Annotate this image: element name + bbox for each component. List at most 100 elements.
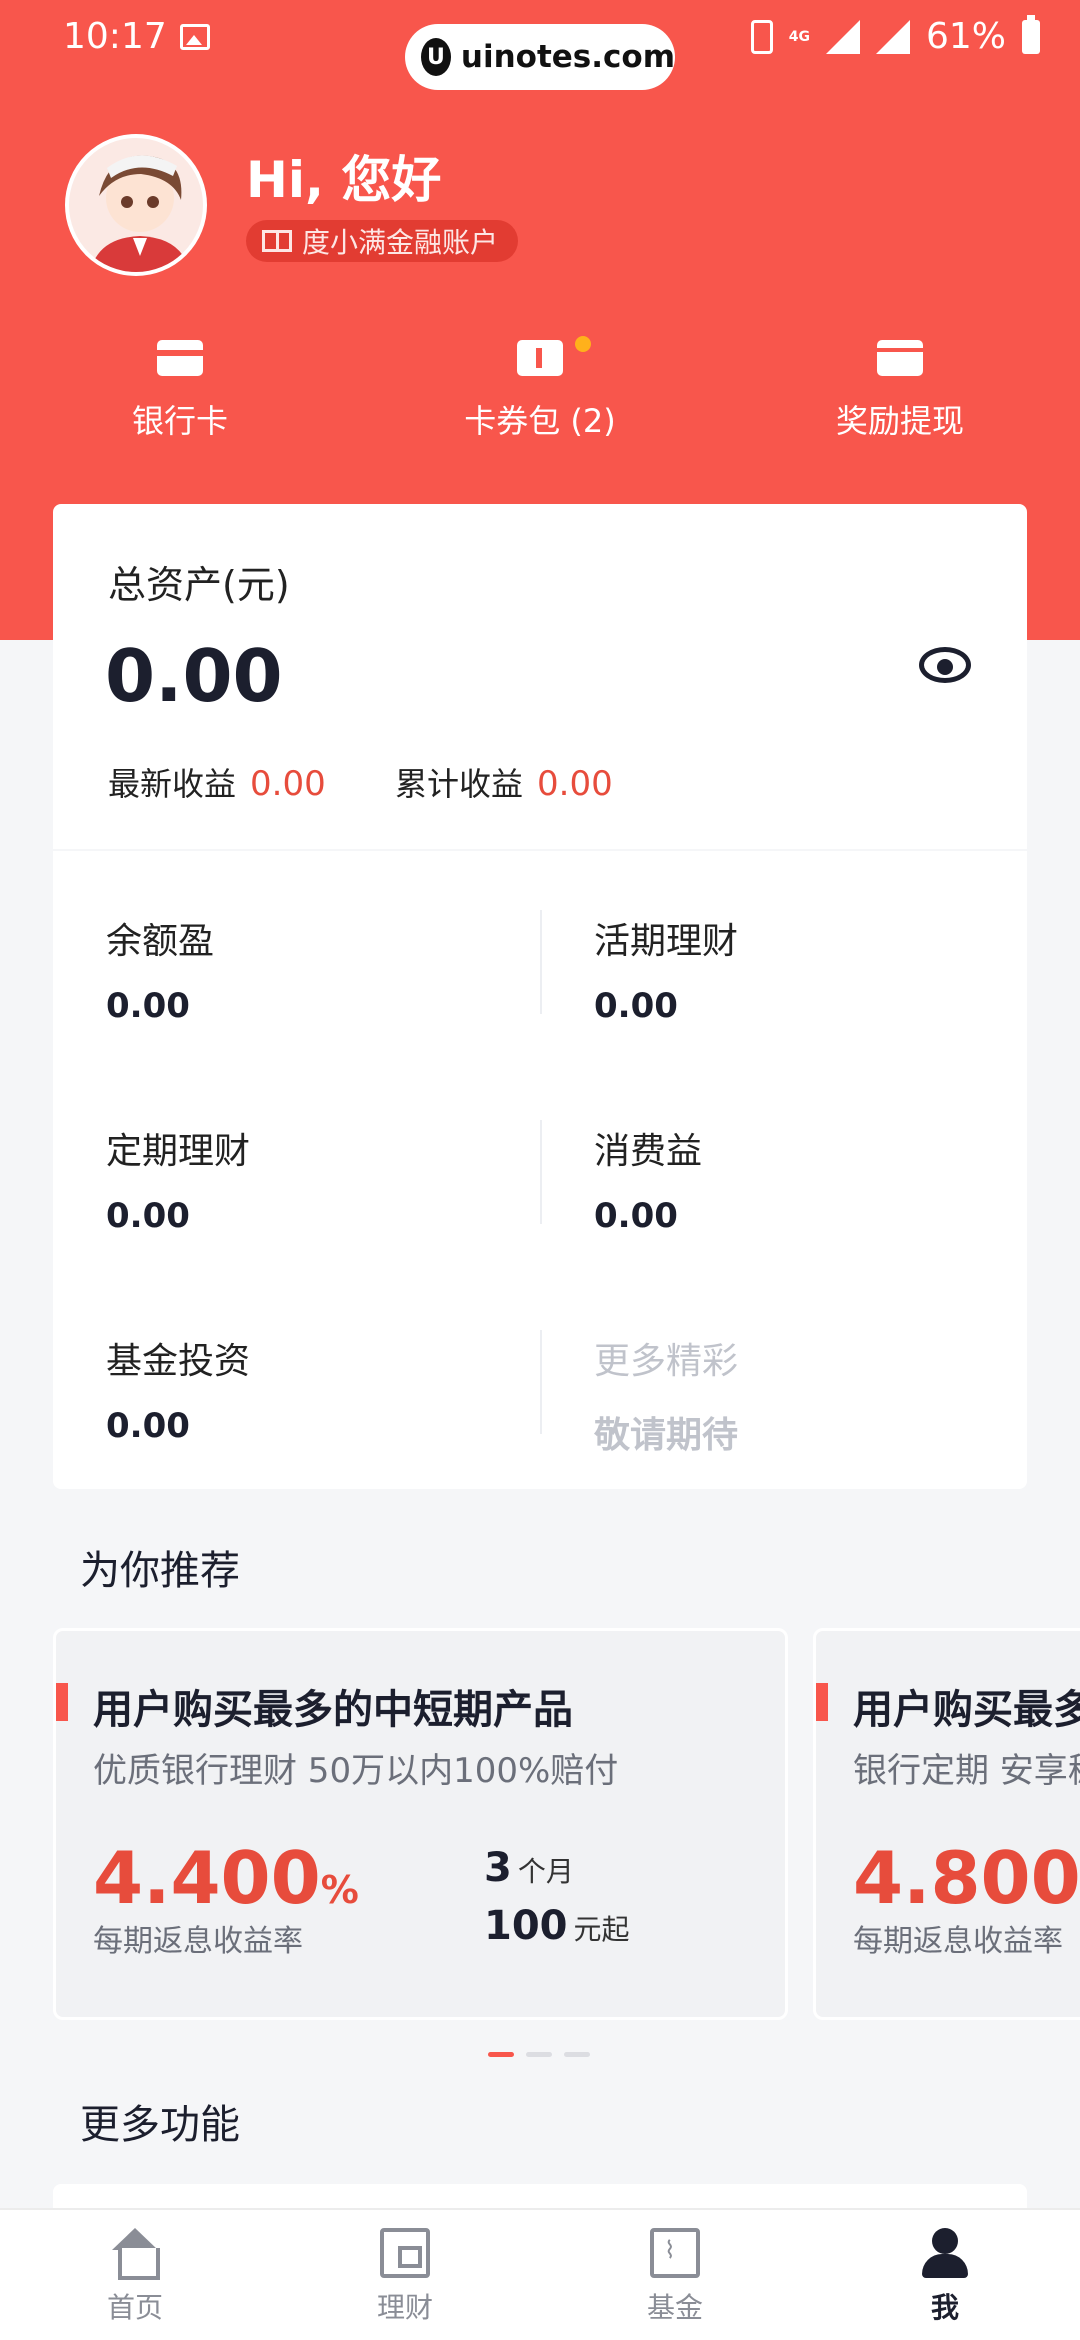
product-minimum-unit: 元起: [573, 1913, 630, 1946]
asset-item-label: 更多精彩: [594, 1341, 739, 1382]
pager-dot[interactable]: [564, 2052, 590, 2057]
nav-fund[interactable]: 基金: [575, 2228, 775, 2326]
notification-dot: [575, 336, 591, 352]
asset-item-yuedeying[interactable]: 余额盈 0.00: [106, 912, 546, 1026]
cumulative-earnings[interactable]: 累计收益 0.00: [395, 759, 613, 805]
user-icon: [920, 2228, 970, 2278]
latest-earnings-label: 最新收益: [108, 765, 237, 803]
more-features-title: 更多功能: [80, 2102, 240, 2148]
recommend-card[interactable]: 用户购买最多 银行定期 安享稳 4.800% 每期返息收益率: [813, 1628, 1080, 2020]
divider: [540, 1120, 542, 1224]
product-minimum-value: 100: [484, 1903, 568, 1949]
watermark-logo-icon: U: [421, 38, 451, 76]
product-rate-label: 每期返息收益率: [93, 1924, 303, 1959]
asset-item-value: 0.00: [106, 986, 190, 1026]
eye-icon[interactable]: [919, 647, 971, 683]
product-title: 用户购买最多: [853, 1687, 1080, 1733]
asset-item-label: 活期理财: [594, 921, 739, 962]
nav-label: 理财: [376, 2291, 433, 2324]
watermark: U uinotes.com: [405, 24, 675, 90]
quick-actions: 银行卡 卡券包 (2) 奖励提现: [0, 336, 1080, 460]
image-notification-icon: [180, 24, 210, 50]
product-term-unit: 个月: [517, 1855, 574, 1888]
product-rate-value: 4.400: [93, 1836, 321, 1920]
assets-total: 0.00: [105, 634, 283, 718]
bottom-nav: 首页 理财 基金 我: [0, 2208, 1080, 2340]
ticket-icon: [517, 340, 563, 376]
product-rate-value: 4.800: [853, 1836, 1080, 1920]
divider: [540, 1330, 542, 1434]
home-icon: [110, 2228, 160, 2280]
asset-item-value: 0.00: [106, 1406, 190, 1446]
product-rate: 4.400%: [93, 1836, 359, 1920]
divider: [540, 910, 542, 1014]
accent-bar: [816, 1683, 828, 1721]
battery-percent: 61%: [925, 16, 1006, 57]
asset-item-label: 消费益: [594, 1131, 703, 1172]
assets-title: 总资产(元): [108, 563, 290, 607]
product-minimum: 100 元起: [484, 1903, 630, 1949]
carousel-pager: [488, 2052, 590, 2057]
network-type: 4G: [788, 28, 810, 45]
watermark-text: uinotes.com: [460, 39, 675, 75]
latest-earnings-value: 0.00: [250, 764, 326, 804]
recommend-card[interactable]: 用户购买最多的中短期产品 优质银行理财 50万以内100%赔付 4.400% 每…: [53, 1628, 788, 2020]
product-rate: 4.800%: [853, 1836, 1080, 1920]
cumulative-earnings-label: 累计收益: [395, 765, 524, 803]
cumulative-earnings-value: 0.00: [537, 764, 613, 804]
nav-home[interactable]: 首页: [35, 2228, 235, 2326]
nav-finance[interactable]: 理财: [305, 2228, 505, 2326]
reward-withdraw-label: 奖励提现: [835, 402, 964, 440]
vibrate-icon: [750, 19, 773, 54]
nav-label: 基金: [646, 2291, 703, 2324]
battery-icon: [1022, 14, 1040, 54]
wallet-icon: [380, 2228, 430, 2278]
asset-item-consumption[interactable]: 消费益 0.00: [594, 1122, 1034, 1236]
wallet-icon: [877, 340, 923, 376]
status-indicators: 4G 61%: [750, 14, 1040, 57]
pager-dot[interactable]: [488, 2052, 514, 2057]
reward-withdraw-button[interactable]: 奖励提现: [750, 340, 1050, 442]
latest-earnings[interactable]: 最新收益 0.00: [108, 759, 326, 805]
assets-card: 总资产(元) 0.00 最新收益 0.00 累计收益 0.00 余额盈 0.00 活…: [53, 504, 1027, 1489]
asset-item-label: 余额盈: [106, 921, 215, 962]
signal-icon-2: [875, 19, 910, 54]
asset-item-value: 0.00: [594, 986, 678, 1026]
pager-dot[interactable]: [526, 2052, 552, 2057]
asset-item-value: 敬请期待: [594, 1415, 739, 1456]
account-label: 度小满金融账户: [302, 226, 499, 259]
product-term-value: 3: [484, 1845, 512, 1891]
book-icon: [262, 230, 292, 252]
bank-card-button[interactable]: 银行卡: [30, 340, 330, 442]
asset-item-fund[interactable]: 基金投资 0.00: [106, 1332, 546, 1446]
coupon-wallet-label: 卡券包 (2): [464, 402, 616, 440]
greeting: Hi, 您好: [246, 151, 442, 209]
status-bar: 10:17 U uinotes.com 4G 61%: [0, 0, 1080, 90]
status-time: 10:17: [63, 16, 167, 57]
nav-label: 首页: [106, 2291, 163, 2324]
product-subtitle: 优质银行理财 50万以内100%赔付: [93, 1751, 619, 1791]
asset-item-label: 定期理财: [106, 1131, 251, 1172]
product-subtitle: 银行定期 安享稳: [853, 1751, 1080, 1791]
accent-bar: [56, 1683, 68, 1721]
asset-item-value: 0.00: [106, 1196, 190, 1236]
bank-card-label: 银行卡: [131, 402, 228, 440]
divider: [53, 849, 1027, 851]
coupon-wallet-button[interactable]: 卡券包 (2): [390, 340, 690, 442]
product-term: 3 个月: [484, 1845, 574, 1891]
product-title: 用户购买最多的中短期产品: [93, 1687, 573, 1733]
product-rate-label: 每期返息收益率: [853, 1924, 1063, 1959]
asset-item-fixed-finance[interactable]: 定期理财 0.00: [106, 1122, 546, 1236]
product-rate-unit: %: [320, 1868, 359, 1912]
signal-icon: [825, 19, 860, 54]
asset-item-coming-soon: 更多精彩 敬请期待: [594, 1332, 1034, 1458]
asset-item-current-finance[interactable]: 活期理财 0.00: [594, 912, 1034, 1026]
bank-card-icon: [157, 340, 203, 376]
account-badge[interactable]: 度小满金融账户: [246, 220, 519, 262]
nav-me[interactable]: 我: [845, 2228, 1045, 2326]
avatar[interactable]: [65, 134, 207, 276]
nav-label: 我: [930, 2291, 959, 2324]
asset-item-value: 0.00: [594, 1196, 678, 1236]
asset-item-label: 基金投资: [106, 1341, 251, 1382]
chart-icon: [650, 2228, 700, 2278]
